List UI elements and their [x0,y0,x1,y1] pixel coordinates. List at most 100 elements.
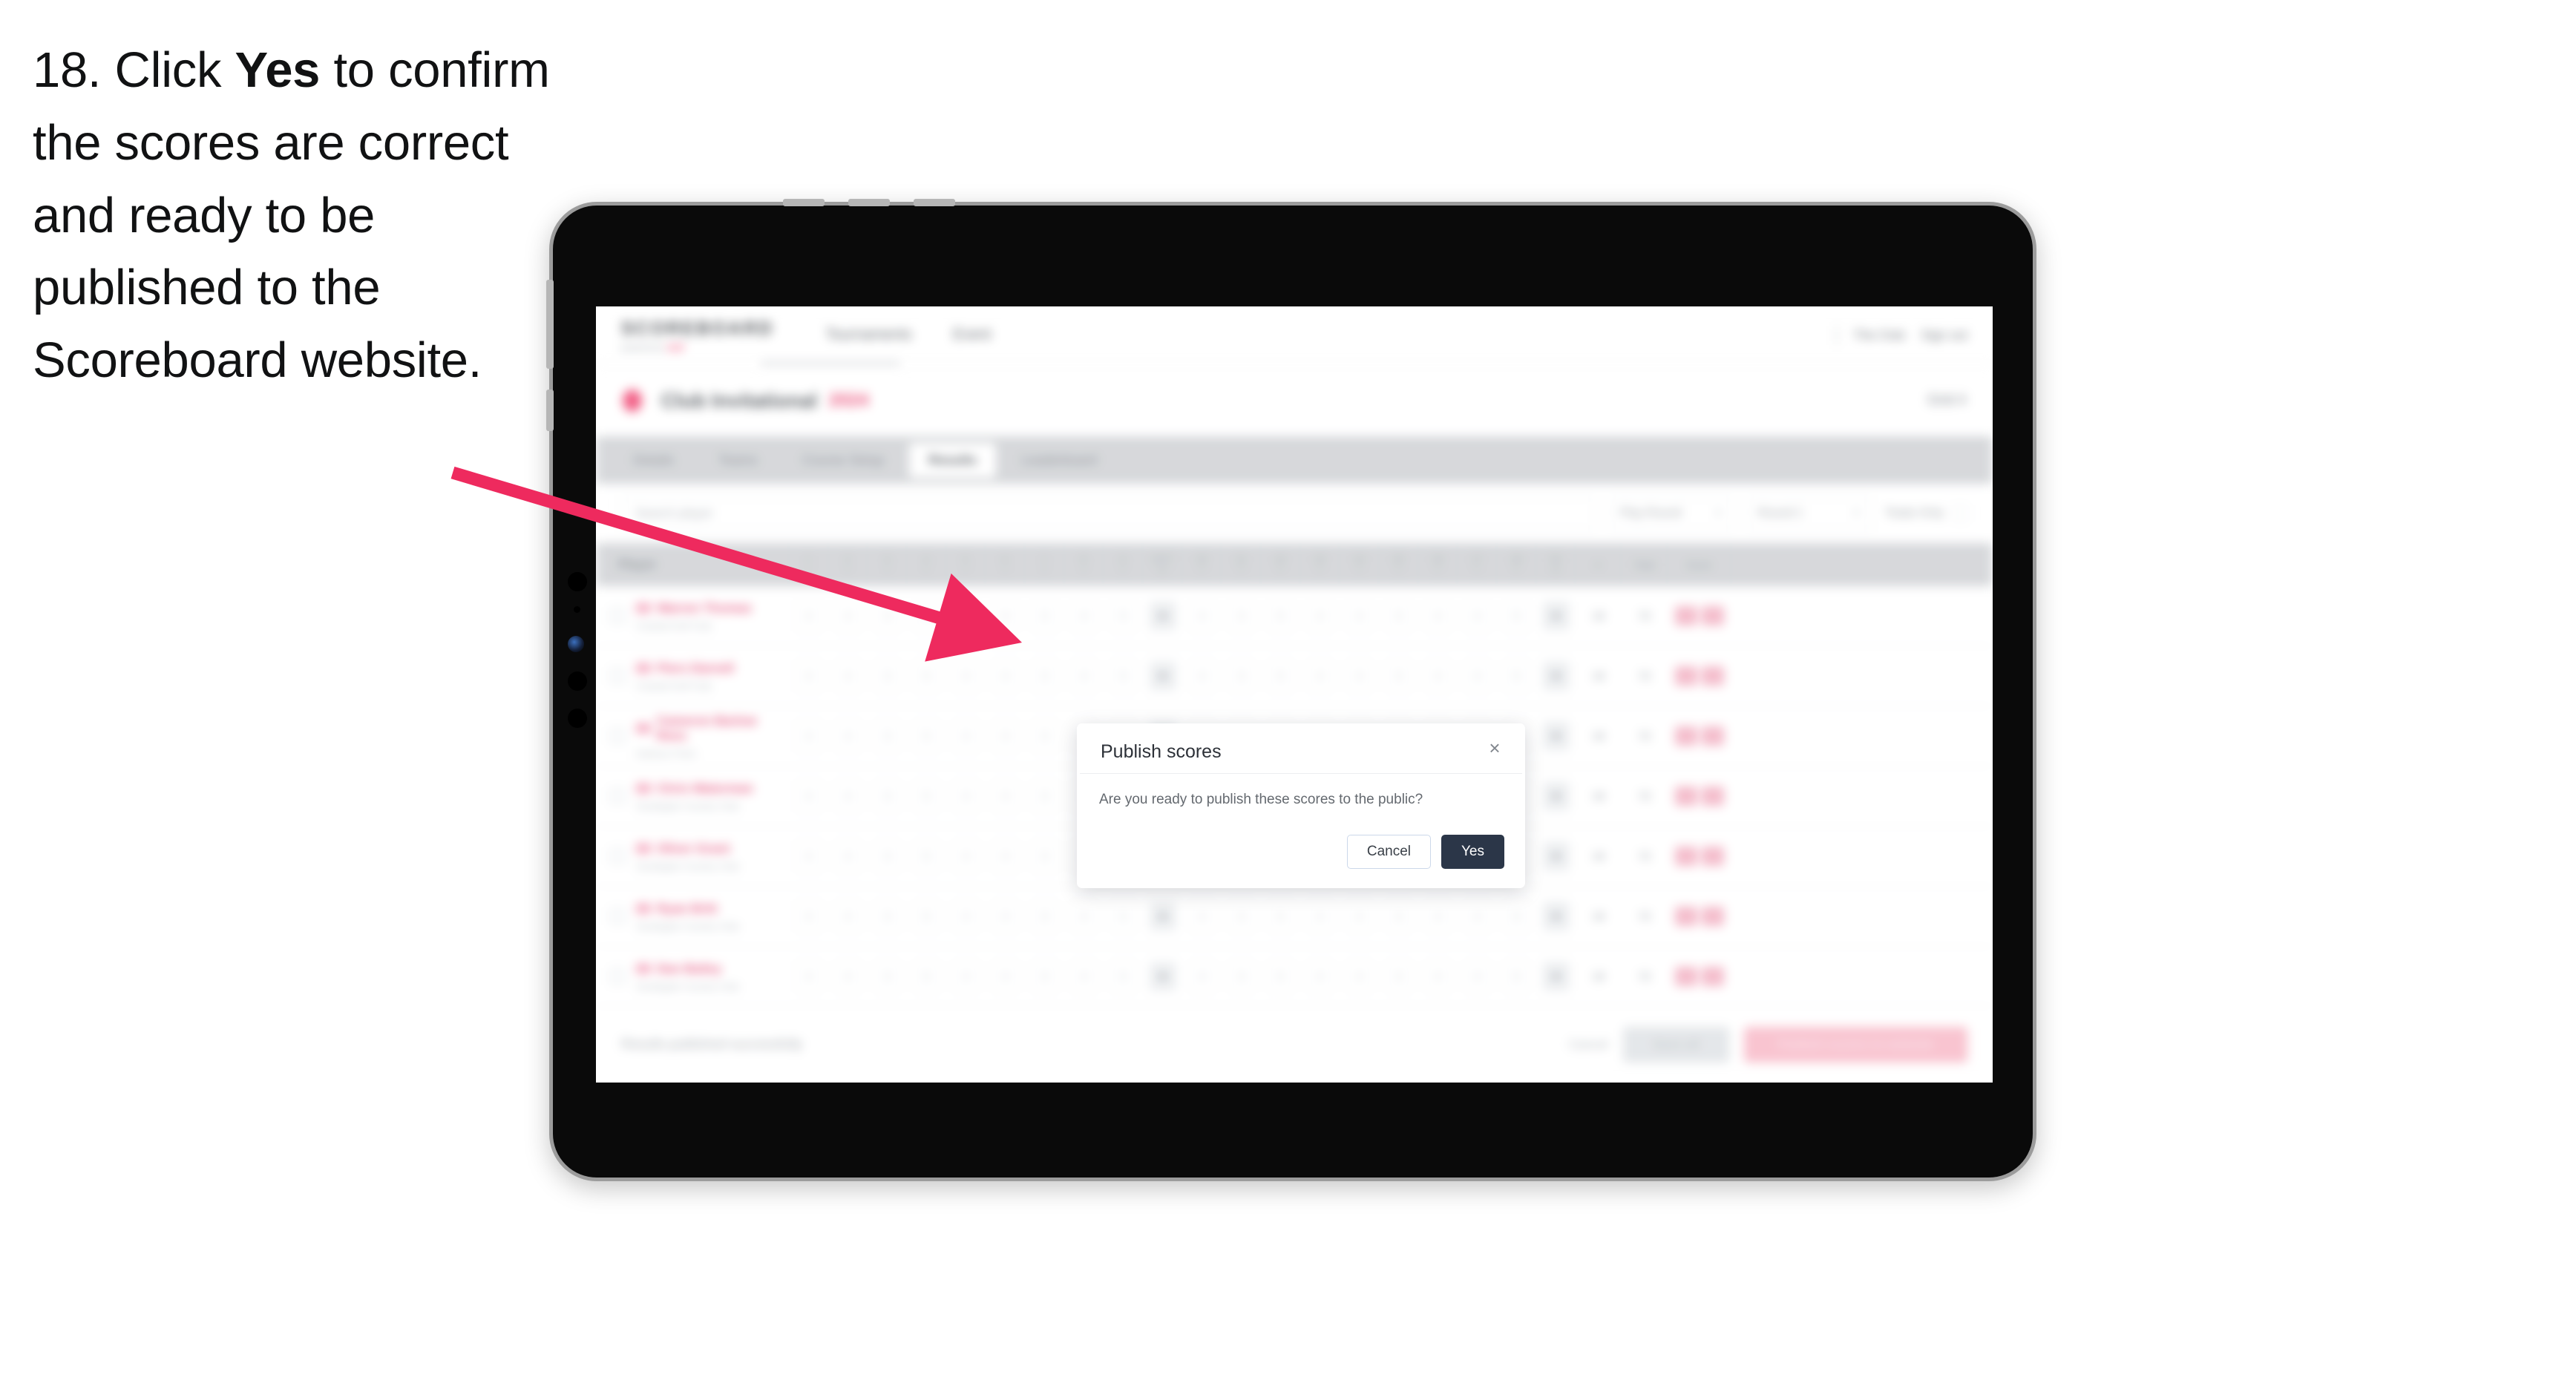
score-input[interactable]: 3 [1385,601,1412,631]
save-all-button[interactable]: Save all [1622,1026,1730,1063]
score-input[interactable]: 4 [1306,661,1334,691]
player-name[interactable]: Piers Darnell [636,661,734,676]
score-input[interactable]: 4 [795,901,822,931]
score-input[interactable]: 4 [1188,901,1216,931]
score-cell[interactable]: 4 [1300,646,1340,706]
score-cell[interactable]: 4 [1064,947,1104,1006]
score-cell[interactable]: 3 [868,706,907,766]
score-cell[interactable]: 3 [1222,887,1261,946]
score-cell[interactable]: 4 [828,706,868,766]
score-cell[interactable]: 4 [946,887,986,946]
score-input[interactable]: 4 [1346,901,1373,931]
close-icon[interactable]: × [1484,737,1506,759]
score-input[interactable]: 3 [1031,781,1058,811]
score-cell[interactable]: 36 [1536,887,1576,946]
score-cell[interactable]: 3 [1025,827,1064,886]
score-input[interactable]: 4 [1306,601,1334,631]
score-input[interactable]: 5 [913,721,940,751]
score-cell[interactable]: 36 [1536,766,1576,826]
nav-link-event[interactable]: Event [953,326,991,344]
score-input[interactable]: 3 [874,661,901,691]
score-cell[interactable]: 5 [1497,887,1536,946]
score-cell[interactable]: 3 [868,646,907,706]
search-input[interactable]: Search player [621,496,1596,531]
row-checkbox[interactable] [609,848,626,864]
row-checkbox[interactable] [609,968,626,985]
score-cell[interactable]: 4 [946,947,986,1006]
score-input[interactable]: 5 [1267,901,1294,931]
score-input[interactable]: 4 [795,601,822,631]
score-input[interactable]: 3 [1385,661,1412,691]
table-row[interactable]: Piers Darnell Coastal Golf Club 4 4 3 5 4 4 3 4 5 3… [596,646,1993,706]
score-input[interactable]: 5 [1503,962,1530,991]
score-input[interactable]: 3 [874,962,901,991]
score-cell[interactable]: 4 [828,646,868,706]
bottom-cancel-link[interactable]: Cancel [1569,1037,1608,1052]
score-input[interactable]: 4 [952,901,980,931]
score-cell[interactable]: 4 [986,887,1025,946]
score-cell[interactable]: 4 [1340,887,1379,946]
score-cell[interactable]: 4 [986,586,1025,646]
score-cell[interactable]: 36 [1536,586,1576,646]
score-cell[interactable]: 5 [1497,586,1536,646]
score-cell[interactable]: 5 [1261,947,1300,1006]
score-cell[interactable]: 5 [907,947,946,1006]
score-input[interactable]: 4 [1424,962,1452,991]
score-input[interactable]: 36 [1542,962,1570,991]
score-input[interactable]: 3 [1228,901,1255,931]
score-input[interactable]: 5 [1267,601,1294,631]
score-input[interactable]: 4 [834,901,862,931]
score-input[interactable]: 4 [795,962,822,991]
round-select[interactable]: Play Round ▼ [1608,496,1734,531]
score-cell[interactable]: 4 [1458,646,1497,706]
score-cell[interactable]: 3 [1025,887,1064,946]
score-input[interactable]: 5 [1267,962,1294,991]
score-cell[interactable]: 5 [1104,646,1143,706]
score-cell[interactable]: 4 [1458,887,1497,946]
score-input[interactable]: 4 [1070,601,1098,631]
score-input[interactable]: 4 [992,962,1019,991]
player-name[interactable]: Oliver Grant [636,841,739,856]
score-input[interactable]: 4 [992,661,1019,691]
player-name[interactable]: Cameron Barlow Rees [635,714,789,743]
score-input[interactable]: 4 [834,781,862,811]
score-cell[interactable]: 4 [1300,947,1340,1006]
score-input[interactable]: 4 [834,661,862,691]
score-cell[interactable]: 3 [868,947,907,1006]
score-input[interactable]: 5 [913,901,940,931]
score-cell[interactable]: 4 [986,646,1025,706]
score-cell[interactable]: 4 [986,766,1025,826]
score-input[interactable]: 4 [1306,962,1334,991]
score-input[interactable]: 3 [1031,962,1058,991]
score-cell[interactable]: 3 [1379,947,1418,1006]
score-cell[interactable]: 5 [907,646,946,706]
score-cell[interactable]: 4 [986,706,1025,766]
score-input[interactable]: 5 [913,601,940,631]
score-input[interactable]: 5 [1503,661,1530,691]
score-cell[interactable]: 3 [1025,646,1064,706]
score-cell[interactable]: 4 [789,586,828,646]
score-input[interactable]: 4 [992,841,1019,871]
score-input[interactable]: 4 [1306,901,1334,931]
score-input[interactable]: 3 [874,841,901,871]
score-cell[interactable]: 36 [1143,947,1182,1006]
score-cell[interactable]: 3 [1025,706,1064,766]
score-cell[interactable]: 5 [1261,646,1300,706]
score-input[interactable]: 3 [1031,721,1058,751]
score-cell[interactable]: 4 [789,646,828,706]
score-cell[interactable]: 3 [1222,586,1261,646]
score-input[interactable]: 4 [952,721,980,751]
score-cell[interactable]: 5 [1104,887,1143,946]
score-input[interactable]: 4 [992,721,1019,751]
score-input[interactable]: 4 [952,661,980,691]
score-cell[interactable]: 4 [946,766,986,826]
score-cell[interactable]: 4 [828,586,868,646]
score-input[interactable]: 5 [1503,601,1530,631]
score-input[interactable]: 4 [952,781,980,811]
score-cell[interactable]: 5 [1261,586,1300,646]
score-cell[interactable]: 3 [868,766,907,826]
score-input[interactable]: 4 [1188,962,1216,991]
score-cell[interactable]: 3 [1025,947,1064,1006]
score-input[interactable]: 36 [1149,601,1176,631]
score-cell[interactable]: 5 [907,766,946,826]
